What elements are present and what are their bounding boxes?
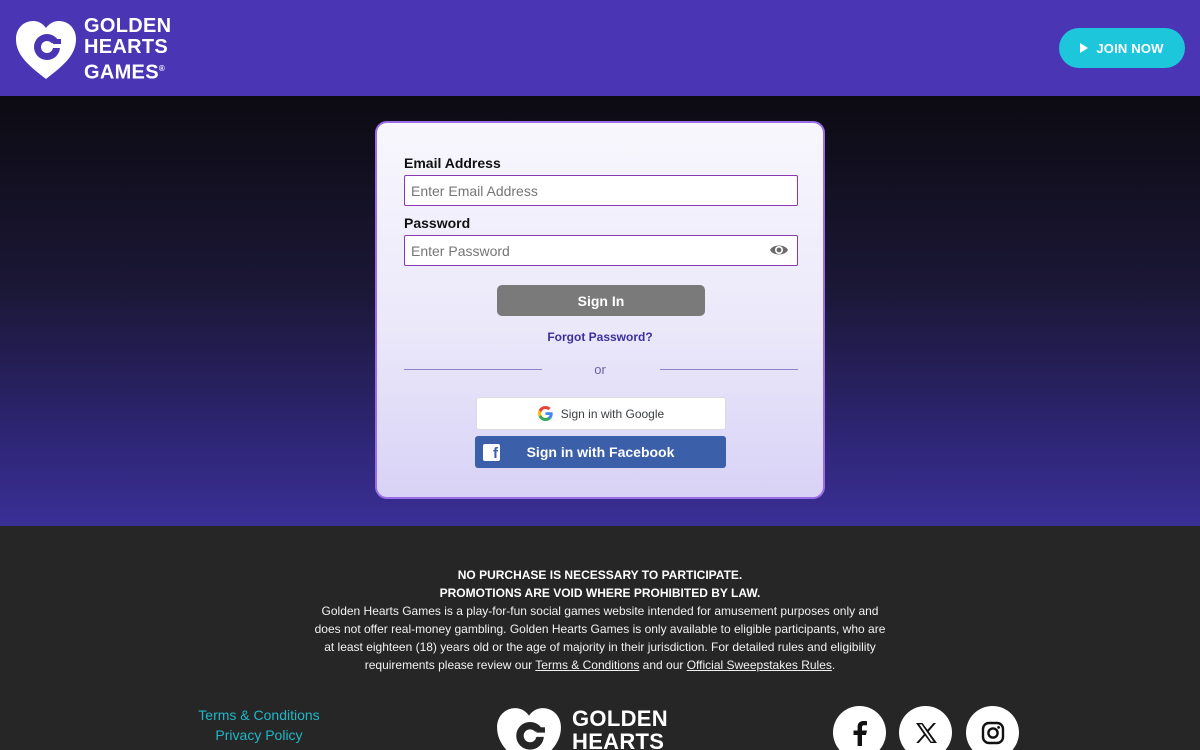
google-sign-in-button[interactable]: Sign in with Google bbox=[476, 397, 726, 430]
logo-wordmark: GOLDEN HEARTS GAMES® bbox=[84, 15, 172, 84]
divider-right bbox=[660, 369, 798, 370]
footer-logo-wordmark: GOLDEN HEARTS bbox=[572, 706, 668, 750]
play-icon bbox=[1080, 43, 1089, 53]
sweepstakes-rules-link[interactable]: Official Sweepstakes Rules bbox=[687, 658, 832, 672]
x-social-button[interactable] bbox=[899, 706, 952, 750]
facebook-icon: f bbox=[483, 444, 500, 461]
footer-privacy-link[interactable]: Privacy Policy bbox=[160, 727, 358, 743]
brand-logo[interactable]: GOLDEN HEARTS GAMES® bbox=[14, 16, 171, 84]
site-header: GOLDEN HEARTS GAMES® JOIN NOW bbox=[0, 0, 1200, 96]
email-field[interactable] bbox=[404, 175, 798, 206]
password-label: Password bbox=[404, 215, 471, 231]
terms-inline-link[interactable]: Terms & Conditions bbox=[535, 658, 639, 672]
footer-logo[interactable]: GOLDEN HEARTS bbox=[494, 706, 668, 750]
login-section: Email Address Password Sign In Forgot Pa… bbox=[0, 96, 1200, 526]
facebook-sign-in-label: Sign in with Facebook bbox=[526, 444, 675, 460]
eye-icon[interactable] bbox=[769, 242, 789, 258]
heart-logo-icon bbox=[16, 20, 76, 79]
join-now-button[interactable]: JOIN NOW bbox=[1059, 28, 1185, 68]
facebook-social-button[interactable] bbox=[833, 706, 886, 750]
disclaimer-line-1: NO PURCHASE IS NECESSARY TO PARTICIPATE. bbox=[457, 568, 743, 582]
email-label: Email Address bbox=[404, 155, 501, 171]
login-card: Email Address Password Sign In Forgot Pa… bbox=[375, 121, 825, 499]
sign-in-button[interactable]: Sign In bbox=[497, 285, 705, 316]
facebook-sign-in-button[interactable]: f Sign in with Facebook bbox=[475, 436, 726, 468]
footer-terms-link[interactable]: Terms & Conditions bbox=[160, 707, 358, 723]
google-sign-in-label: Sign in with Google bbox=[560, 406, 665, 421]
google-icon bbox=[537, 406, 553, 421]
forgot-password-link[interactable]: Forgot Password? bbox=[377, 330, 823, 344]
site-footer: NO PURCHASE IS NECESSARY TO PARTICIPATE.… bbox=[0, 526, 1200, 750]
disclaimer-body: Golden Hearts Games is a play-for-fun so… bbox=[314, 604, 886, 672]
facebook-icon bbox=[853, 720, 867, 746]
heart-logo-icon bbox=[497, 708, 561, 750]
instagram-social-button[interactable] bbox=[966, 706, 1019, 750]
join-now-label: JOIN NOW bbox=[1096, 40, 1164, 56]
instagram-icon bbox=[981, 721, 1004, 744]
password-field[interactable] bbox=[404, 235, 798, 266]
disclaimer-line-2: PROMOTIONS ARE VOID WHERE PROHIBITED BY … bbox=[439, 586, 761, 600]
x-icon bbox=[915, 722, 937, 743]
